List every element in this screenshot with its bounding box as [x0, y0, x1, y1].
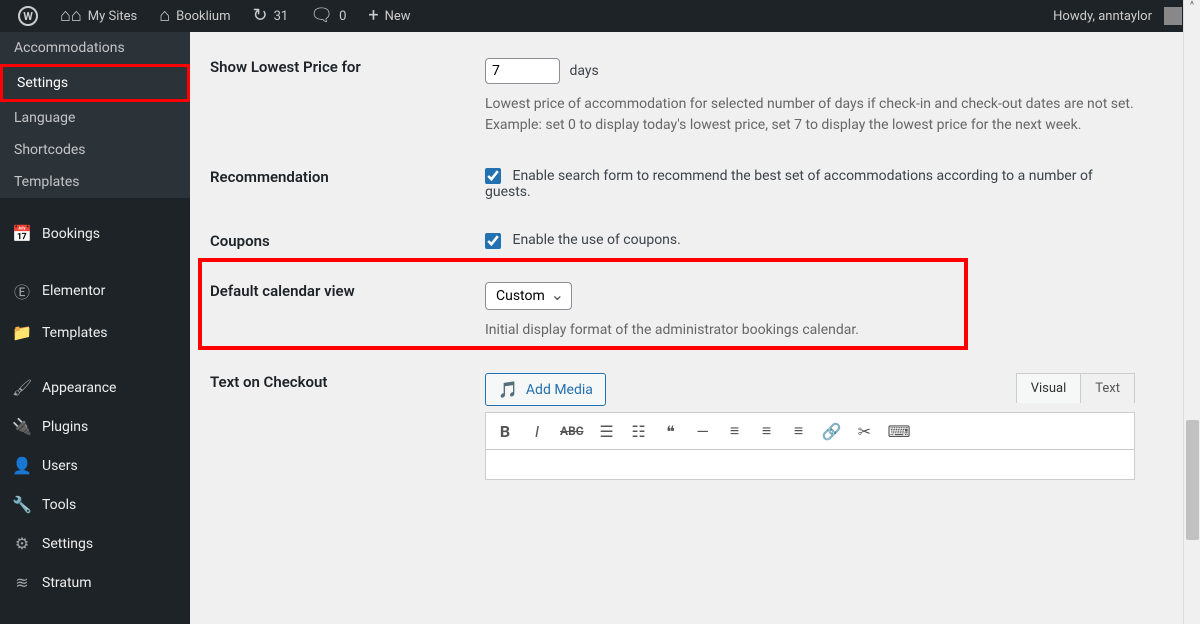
submenu-settings[interactable]: Settings [3, 67, 187, 99]
quote-button[interactable]: ❝ [662, 422, 680, 441]
user-icon: 👤 [12, 456, 32, 475]
menu-settings[interactable]: ⚙Settings [0, 524, 190, 563]
plug-icon: 🔌 [12, 417, 32, 436]
align-center-button[interactable]: ≡ [758, 421, 776, 441]
recommendation-checkbox[interactable] [485, 168, 501, 184]
bold-button[interactable]: B [496, 422, 514, 441]
submenu-templates[interactable]: Templates [0, 166, 190, 198]
checkout-text-label: Text on Checkout [210, 373, 485, 480]
recommendation-text: Enable search form to recommend the best… [485, 168, 1093, 200]
submenu-accommodations[interactable]: Accommodations [0, 32, 190, 64]
sliders-icon: ⚙ [12, 534, 32, 553]
lowest-price-label: Show Lowest Price for [210, 58, 485, 136]
recommendation-label: Recommendation [210, 168, 485, 200]
calendar-view-select[interactable]: Custom [485, 282, 572, 310]
hr-button[interactable]: — [694, 422, 712, 441]
menu-stratum[interactable]: ≋Stratum [0, 563, 190, 602]
stratum-icon: ≋ [12, 573, 32, 592]
submenu-language[interactable]: Language [0, 102, 190, 134]
scroll-up-icon[interactable]: ^ [1184, 0, 1200, 11]
lowest-price-unit: days [569, 63, 598, 79]
refresh-icon: ↻ [253, 7, 268, 25]
strike-button[interactable]: ABC [560, 424, 584, 438]
calendar-view-label: Default calendar view [210, 282, 485, 341]
home-icon: ⌂ [159, 7, 170, 25]
coupons-checkbox[interactable] [485, 233, 501, 249]
scrollbar[interactable]: ^ [1183, 0, 1200, 624]
brush-icon: 🖌 [12, 378, 32, 397]
lowest-price-desc: Lowest price of accommodation for select… [485, 94, 1135, 136]
unlink-button[interactable]: ✂ [856, 422, 874, 441]
submenu-shortcodes[interactable]: Shortcodes [0, 134, 190, 166]
folder-icon: 📁 [12, 323, 32, 342]
elementor-icon: Ⓔ [12, 279, 32, 303]
menu-appearance[interactable]: 🖌Appearance [0, 368, 190, 407]
tab-visual[interactable]: Visual [1016, 373, 1082, 403]
new-content-link[interactable]: +New [358, 0, 420, 32]
menu-tools[interactable]: 🔧Tools [0, 485, 190, 524]
admin-sidebar: Accommodations Settings Language Shortco… [0, 32, 190, 624]
comment-icon: 🗨 [310, 7, 333, 25]
align-right-button[interactable]: ≡ [790, 421, 808, 441]
updates-link[interactable]: ↻31 [243, 0, 299, 32]
more-button[interactable]: ⌨ [888, 422, 911, 441]
my-sites-link[interactable]: ⌂⌂My Sites [50, 0, 147, 32]
site-name-link[interactable]: ⌂Booklium [149, 0, 240, 32]
ol-button[interactable]: ☷ [630, 422, 648, 441]
link-button[interactable]: 🔗 [822, 422, 842, 441]
ul-button[interactable]: ☰ [598, 422, 616, 441]
admin-bar: W ⌂⌂My Sites ⌂Booklium ↻31 🗨0 +New Howdy… [0, 0, 1200, 32]
plus-icon: + [368, 7, 378, 25]
lowest-price-input[interactable] [485, 58, 560, 84]
menu-users[interactable]: 👤Users [0, 446, 190, 485]
coupons-text: Enable the use of coupons. [512, 232, 680, 248]
calendar-icon: 📅 [12, 224, 32, 243]
tab-text[interactable]: Text [1080, 373, 1135, 403]
settings-content: Show Lowest Price for days Lowest price … [190, 32, 1200, 624]
menu-templates[interactable]: 📁Templates [0, 313, 190, 352]
calendar-view-desc: Initial display format of the administra… [485, 320, 1135, 341]
italic-button[interactable]: I [528, 422, 546, 441]
menu-plugins[interactable]: 🔌Plugins [0, 407, 190, 446]
wrench-icon: 🔧 [12, 495, 32, 514]
add-media-button[interactable]: 🎵 Add Media [485, 373, 606, 406]
wp-logo[interactable]: W [8, 0, 48, 32]
editor-toolbar: B I ABC ☰ ☷ ❝ — ≡ ≡ ≡ 🔗 ✂ ⌨ [485, 412, 1135, 450]
avatar [1164, 7, 1182, 25]
scrollbar-thumb[interactable] [1186, 420, 1199, 540]
media-icon: 🎵 [498, 380, 518, 399]
home-icon: ⌂⌂ [60, 7, 82, 25]
submenu: Accommodations Settings Language Shortco… [0, 32, 190, 198]
editor-body[interactable] [485, 450, 1135, 480]
comments-link[interactable]: 🗨0 [300, 0, 356, 32]
align-left-button[interactable]: ≡ [726, 421, 744, 441]
menu-elementor[interactable]: ⒺElementor [0, 269, 190, 313]
coupons-label: Coupons [210, 232, 485, 250]
menu-bookings[interactable]: 📅Bookings [0, 214, 190, 253]
account-link[interactable]: Howdy, anntaylor [1043, 0, 1192, 32]
